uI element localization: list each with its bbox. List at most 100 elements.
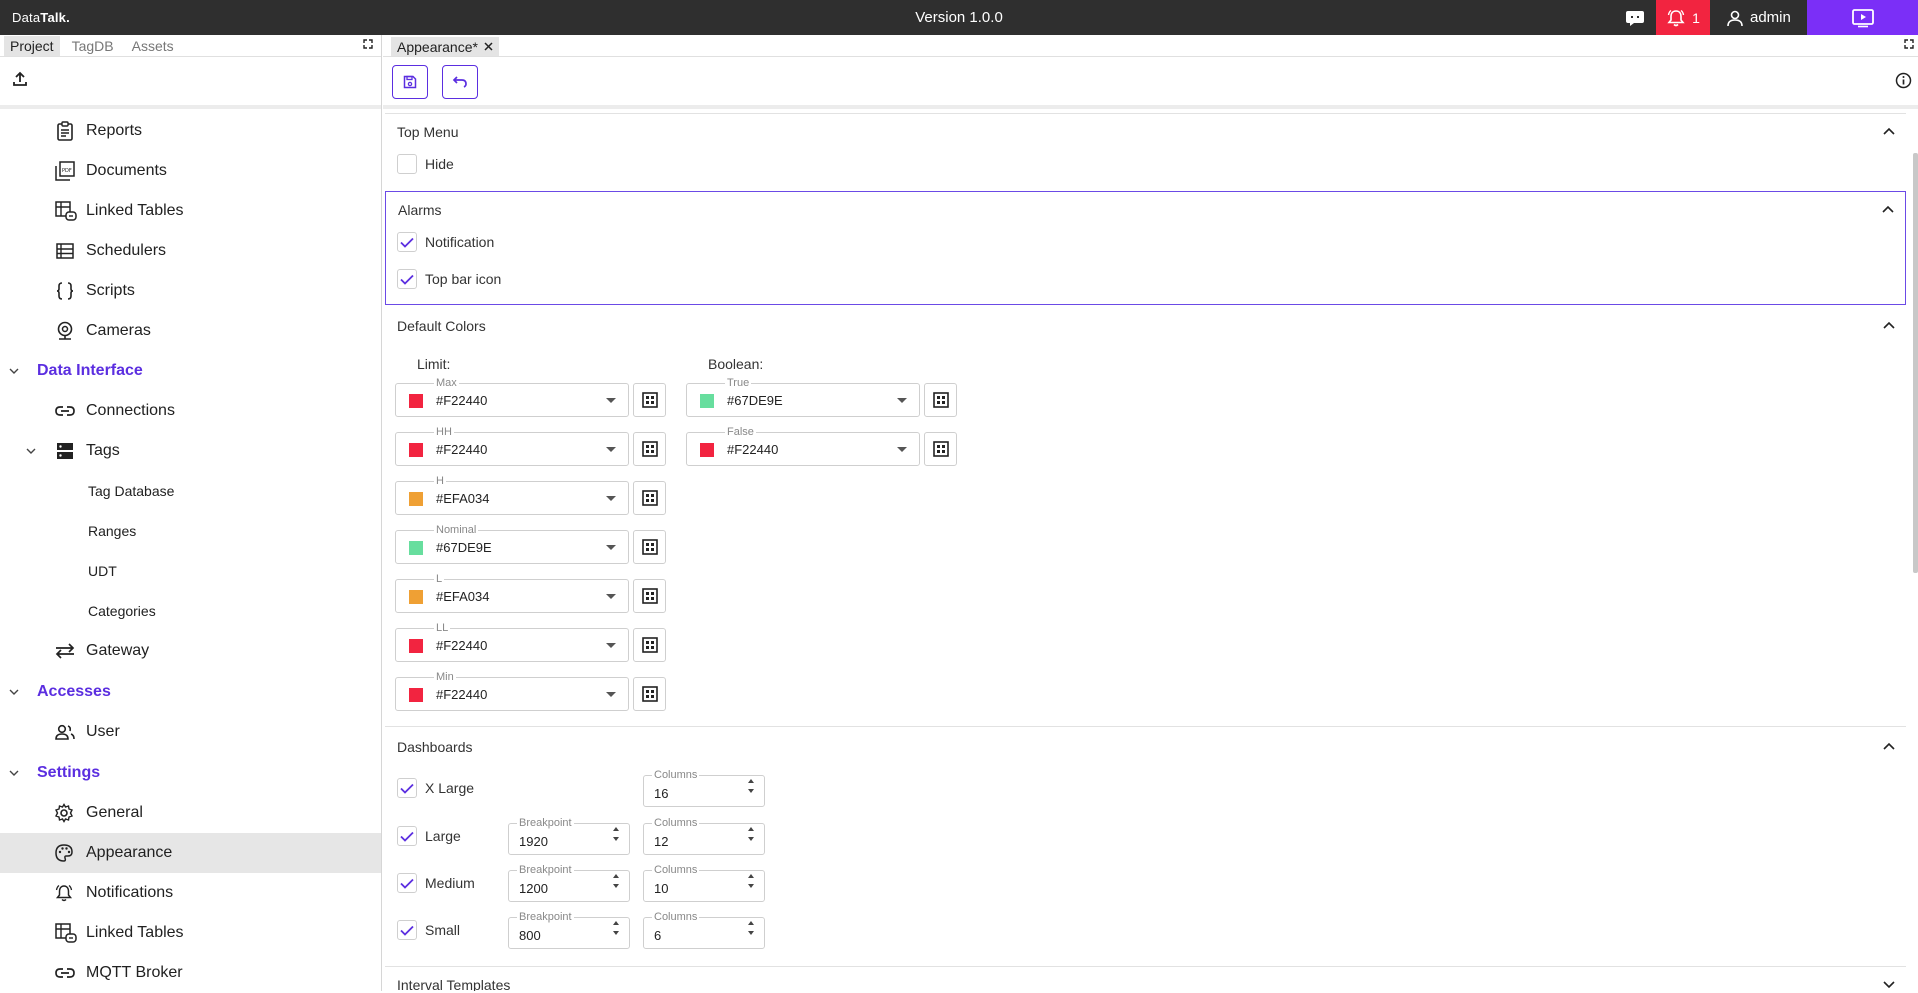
- tab-appearance[interactable]: Appearance*: [391, 37, 499, 56]
- hide-checkbox[interactable]: Hide: [397, 154, 454, 174]
- stepper-icon[interactable]: [748, 827, 754, 841]
- chat-button[interactable]: [1614, 0, 1656, 35]
- color-value: #F22440: [436, 687, 488, 702]
- color-select-min[interactable]: Min #F22440: [395, 671, 629, 711]
- panel-top-menu: Top Menu Hide: [385, 113, 1906, 191]
- tab-tagdb[interactable]: TagDB: [66, 36, 120, 56]
- check-icon: [397, 232, 417, 252]
- launch-button[interactable]: [1807, 0, 1918, 35]
- sidebar-item-appearance[interactable]: Appearance: [0, 833, 381, 873]
- check-icon: [397, 873, 417, 893]
- color-palette-button[interactable]: [924, 432, 957, 466]
- chevron-up-icon[interactable]: [1882, 739, 1896, 753]
- dropdown-arrow-icon: [606, 496, 616, 501]
- sidebar-item-label: MQTT Broker: [86, 964, 183, 981]
- tab-project[interactable]: Project: [4, 35, 60, 56]
- color-palette-button[interactable]: [633, 530, 666, 564]
- scrollbar[interactable]: [1913, 113, 1918, 973]
- sidebar-item-cameras[interactable]: Cameras: [0, 311, 381, 351]
- stepper-icon[interactable]: [613, 827, 619, 841]
- notification-checkbox[interactable]: Notification: [397, 232, 494, 252]
- stepper-icon[interactable]: [613, 874, 619, 888]
- sidebar-item-general[interactable]: General: [0, 793, 381, 833]
- color-select-ll[interactable]: LL #F22440: [395, 622, 629, 662]
- sidebar-item-linked-tables[interactable]: Linked Tables: [0, 191, 381, 231]
- sidebar-item-linked-tables-settings[interactable]: Linked Tables: [0, 913, 381, 953]
- grid-icon: [932, 392, 949, 408]
- color-select-l[interactable]: L #EFA034: [395, 573, 629, 613]
- dashboard-size-checkbox[interactable]: Large: [397, 826, 461, 846]
- sidebar-item-label: User: [86, 723, 120, 740]
- dashboard-size-checkbox[interactable]: Medium: [397, 873, 475, 893]
- grid-icon: [641, 686, 658, 702]
- scrollbar-thumb[interactable]: [1913, 153, 1918, 573]
- chevron-up-icon[interactable]: [1882, 124, 1896, 138]
- color-palette-button[interactable]: [633, 677, 666, 711]
- stepper-icon[interactable]: [748, 874, 754, 888]
- columns-input[interactable]: Columns 16: [643, 769, 765, 807]
- columns-input[interactable]: Columns 12: [643, 817, 765, 855]
- expand-icon[interactable]: [1904, 39, 1914, 49]
- sidebar-section-data-interface[interactable]: Data Interface: [0, 351, 381, 391]
- color-select-max[interactable]: Max #F22440: [395, 377, 629, 417]
- sidebar-item-schedulers[interactable]: Schedulers: [0, 231, 381, 271]
- sidebar-item-label: Scripts: [86, 282, 135, 299]
- color-palette-button[interactable]: [633, 579, 666, 613]
- sidebar-item-mqtt-broker[interactable]: MQTT Broker: [0, 953, 381, 993]
- color-select-hh[interactable]: HH #F22440: [395, 426, 629, 466]
- color-select-true[interactable]: True #67DE9E: [686, 377, 920, 417]
- sidebar-item-scripts[interactable]: Scripts: [0, 271, 381, 311]
- dashboard-size-checkbox[interactable]: Small: [397, 920, 460, 940]
- save-button[interactable]: [392, 65, 428, 99]
- dashboard-size-checkbox[interactable]: X Large: [397, 778, 474, 798]
- project-sidebar: Project TagDB Assets Reports PDF Documen…: [0, 35, 382, 991]
- stepper-icon[interactable]: [748, 921, 754, 935]
- upload-icon[interactable]: [12, 71, 28, 87]
- chevron-up-icon[interactable]: [1881, 202, 1895, 216]
- alarm-button[interactable]: 1: [1656, 0, 1710, 35]
- sidebar-item-udt[interactable]: UDT: [0, 551, 381, 591]
- color-palette-button[interactable]: [633, 481, 666, 515]
- sidebar-item-tags[interactable]: Tags: [0, 431, 381, 471]
- grid-icon: [641, 588, 658, 604]
- sidebar-item-tag-database[interactable]: Tag Database: [0, 471, 381, 511]
- close-icon[interactable]: [484, 42, 493, 51]
- sidebar-item-categories[interactable]: Categories: [0, 591, 381, 631]
- field-value: 10: [654, 881, 669, 896]
- sidebar-item-documents[interactable]: PDF Documents: [0, 151, 381, 191]
- breakpoint-input[interactable]: Breakpoint 800: [508, 911, 630, 949]
- color-swatch: [409, 541, 423, 555]
- columns-input[interactable]: Columns 6: [643, 911, 765, 949]
- color-select-false[interactable]: False #F22440: [686, 426, 920, 466]
- chevron-down-icon[interactable]: [1882, 977, 1896, 991]
- chevron-up-icon[interactable]: [1882, 318, 1896, 332]
- undo-button[interactable]: [442, 65, 478, 99]
- color-palette-button[interactable]: [633, 432, 666, 466]
- sidebar-item-reports[interactable]: Reports: [0, 111, 381, 151]
- color-select-nominal[interactable]: Nominal #67DE9E: [395, 524, 629, 564]
- sidebar-item-connections[interactable]: Connections: [0, 391, 381, 431]
- user-menu[interactable]: admin: [1716, 0, 1806, 35]
- color-palette-button[interactable]: [924, 383, 957, 417]
- sidebar-item-user[interactable]: User: [0, 712, 381, 752]
- sidebar-item-label: Reports: [86, 122, 143, 139]
- columns-input[interactable]: Columns 10: [643, 864, 765, 902]
- sidebar-item-ranges[interactable]: Ranges: [0, 511, 381, 551]
- topbar-icon-checkbox[interactable]: Top bar icon: [397, 269, 501, 289]
- color-select-h[interactable]: H #EFA034: [395, 475, 629, 515]
- server-icon: [55, 441, 75, 461]
- stepper-icon[interactable]: [748, 779, 754, 793]
- color-value: #67DE9E: [436, 540, 492, 555]
- color-palette-button[interactable]: [633, 628, 666, 662]
- expand-icon[interactable]: [363, 39, 373, 49]
- breakpoint-input[interactable]: Breakpoint 1200: [508, 864, 630, 902]
- stepper-icon[interactable]: [613, 921, 619, 935]
- sidebar-item-notifications[interactable]: Notifications: [0, 873, 381, 913]
- sidebar-section-settings[interactable]: Settings: [0, 753, 381, 793]
- tab-assets[interactable]: Assets: [126, 36, 180, 56]
- sidebar-section-accesses[interactable]: Accesses: [0, 672, 381, 712]
- color-palette-button[interactable]: [633, 383, 666, 417]
- breakpoint-input[interactable]: Breakpoint 1920: [508, 817, 630, 855]
- sidebar-item-gateway[interactable]: Gateway: [0, 631, 381, 671]
- info-icon[interactable]: [1895, 72, 1912, 89]
